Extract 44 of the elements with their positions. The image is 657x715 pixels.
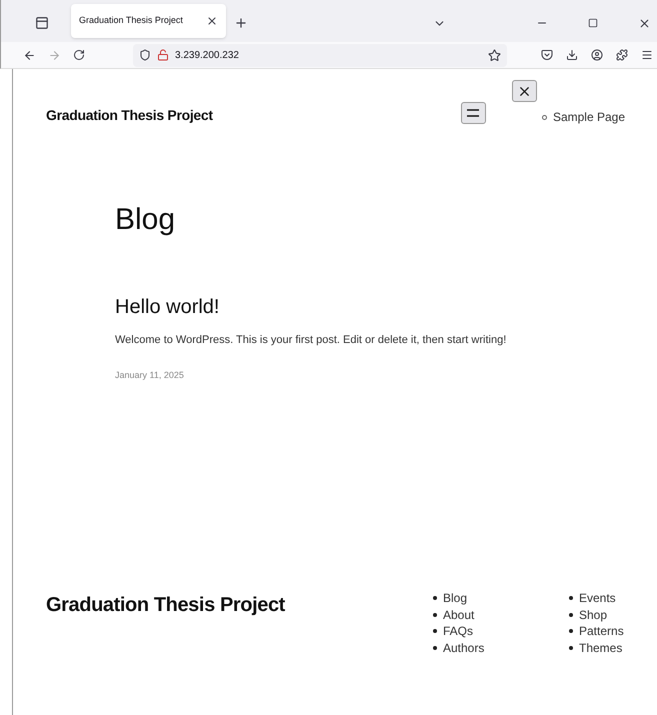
footer-link[interactable]: Events	[579, 589, 616, 608]
shield-icon[interactable]	[139, 49, 151, 61]
footer-link[interactable]: Themes	[579, 638, 622, 657]
pocket-icon[interactable]	[541, 49, 553, 61]
footer-link[interactable]: About	[443, 606, 474, 624]
account-icon[interactable]	[591, 49, 603, 61]
bullet-icon	[433, 612, 437, 617]
footer-link[interactable]: Authors	[443, 638, 484, 657]
bullet-icon	[433, 596, 437, 600]
tab-list-icon[interactable]	[35, 16, 49, 30]
menu-button[interactable]	[460, 102, 486, 124]
close-window-icon[interactable]	[638, 16, 651, 30]
new-tab-icon[interactable]	[234, 16, 248, 30]
reload-icon[interactable]	[73, 49, 85, 61]
browser-tab[interactable]: Graduation Thesis Project	[71, 4, 226, 38]
footer-link[interactable]: Shop	[579, 606, 608, 624]
bullet-icon	[569, 629, 573, 634]
hamburger-icon	[467, 109, 480, 117]
address-bar[interactable]: 3.239.200.232	[133, 44, 507, 66]
menu-icon[interactable]	[641, 49, 653, 61]
bullet-icon	[433, 646, 437, 650]
post-date: January 11, 2025	[115, 368, 185, 382]
bookmark-star-icon[interactable]	[488, 48, 501, 62]
site-title[interactable]: Graduation Thesis Project	[46, 105, 213, 126]
bullet-icon	[569, 646, 573, 650]
footer-link[interactable]: Blog	[443, 589, 468, 608]
close-button[interactable]	[512, 80, 537, 102]
footer-link[interactable]: FAQs	[443, 622, 474, 640]
bullet-icon	[569, 596, 573, 600]
lock-icon[interactable]	[157, 49, 169, 61]
download-icon[interactable]	[566, 49, 578, 61]
bullet-icon	[542, 114, 547, 120]
bullet-icon	[569, 612, 573, 617]
post-title[interactable]: Hello world!	[115, 294, 657, 320]
page-heading: Blog	[115, 202, 176, 238]
bullet-icon	[433, 629, 437, 634]
post-excerpt: Welcome to WordPress. This is your first post. Edit or delete it, then start writing!	[115, 333, 508, 348]
back-icon[interactable]	[23, 48, 36, 62]
close-icon[interactable]	[206, 15, 218, 27]
footer-link[interactable]: Patterns	[579, 622, 624, 640]
nav-link[interactable]: Sample Page	[552, 108, 625, 126]
footer-site-title[interactable]: Graduation Thesis Project	[46, 590, 285, 656]
extensions-icon[interactable]	[616, 49, 628, 61]
maximize-icon[interactable]	[588, 18, 598, 28]
